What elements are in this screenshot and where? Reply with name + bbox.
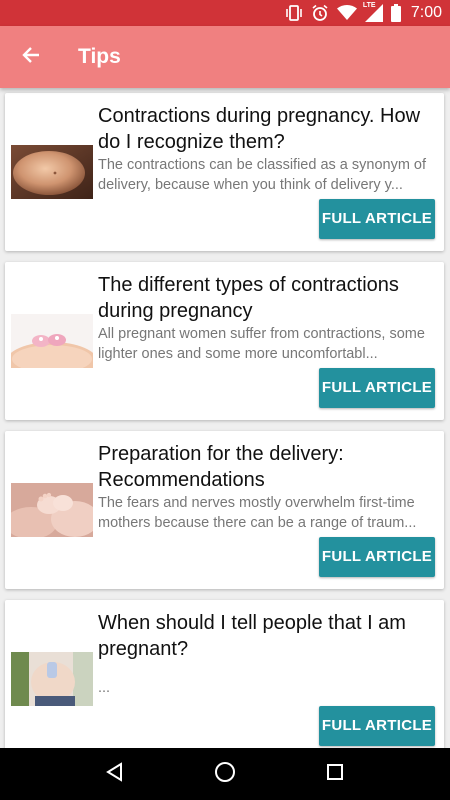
nav-back-button[interactable] [95, 754, 135, 794]
article-image [11, 652, 93, 706]
article-card[interactable]: Preparation for the delivery: Recommenda… [5, 431, 444, 589]
page-title: Tips [78, 45, 121, 68]
home-circle-icon [214, 761, 236, 788]
nav-recents-button[interactable] [315, 754, 355, 794]
app-bar: Tips [0, 26, 450, 88]
article-list[interactable]: Contractions during pregnancy. How do I … [0, 88, 450, 748]
system-nav-bar [0, 748, 450, 800]
full-article-button[interactable]: FULL ARTICLE [319, 368, 435, 408]
back-triangle-icon [105, 761, 125, 787]
article-summary: The fears and nerves mostly overwhelm fi… [98, 495, 417, 531]
alarm-icon [311, 0, 329, 26]
lte-signal-icon: LTE [363, 0, 383, 26]
battery-icon [390, 0, 401, 26]
full-article-button[interactable]: FULL ARTICLE [319, 537, 435, 577]
recents-square-icon [326, 763, 344, 786]
nav-home-button[interactable] [205, 754, 245, 794]
back-button[interactable] [0, 26, 62, 88]
full-article-button[interactable]: FULL ARTICLE [319, 706, 435, 746]
article-summary: All pregnant women suffer from contracti… [98, 326, 425, 362]
article-title: When should I tell people that I am preg… [98, 612, 406, 660]
vibrate-icon [285, 0, 303, 26]
wifi-icon [336, 0, 357, 26]
article-image [11, 483, 93, 537]
article-card[interactable]: The different types of contractions duri… [5, 262, 444, 420]
full-article-button[interactable]: FULL ARTICLE [319, 199, 435, 239]
status-time: 7:00 [410, 4, 442, 21]
article-summary: ... [98, 680, 111, 696]
article-card[interactable]: When should I tell people that I am preg… [5, 600, 444, 748]
article-summary: The contractions can be classified as a … [98, 157, 427, 193]
article-title: The different types of contractions duri… [98, 274, 399, 322]
article-title: Contractions during pregnancy. How do I … [98, 105, 421, 153]
article-title: Preparation for the delivery: Recommenda… [98, 443, 344, 491]
article-card[interactable]: Contractions during pregnancy. How do I … [5, 93, 444, 251]
article-image [11, 145, 93, 199]
status-bar: LTE 7:00 [0, 0, 450, 26]
article-image [11, 314, 93, 368]
arrow-back-icon [21, 45, 41, 70]
